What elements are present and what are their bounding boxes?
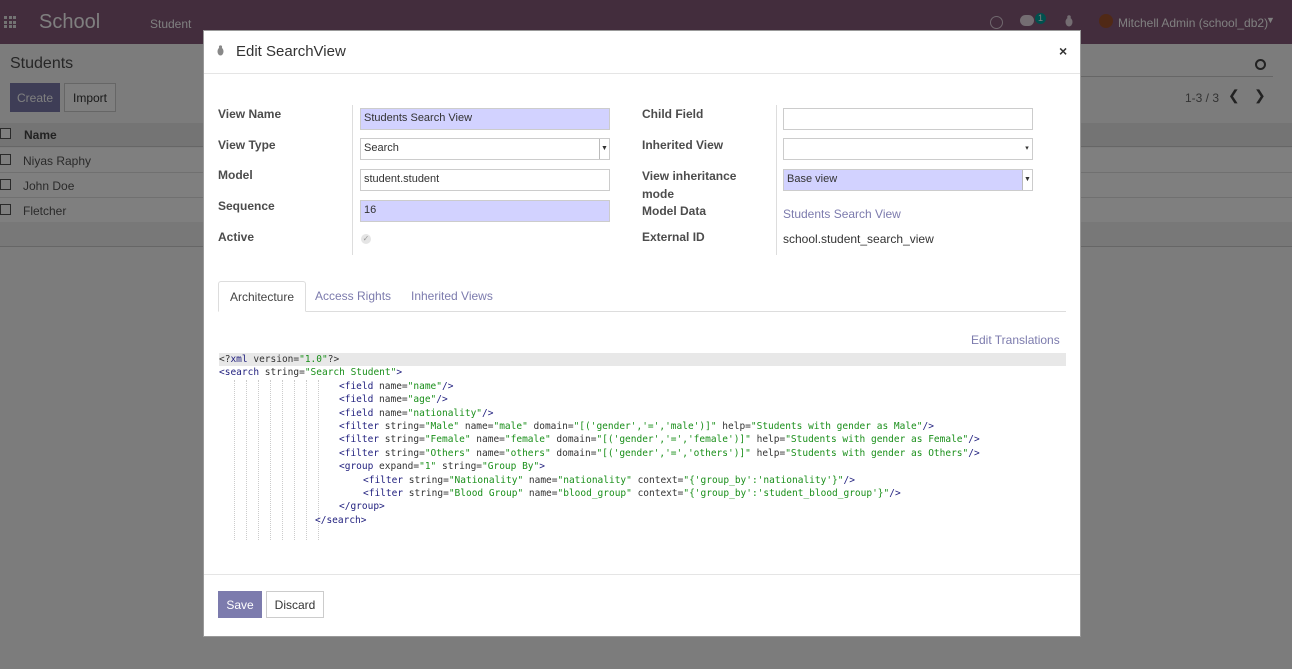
- code-line: <group expand="1" string="Group By">: [339, 461, 545, 473]
- tab-inherited-views[interactable]: Inherited Views: [400, 281, 504, 312]
- label-model: Model: [218, 168, 253, 182]
- code-line: <filter string="Blood Group" name="blood…: [363, 487, 901, 499]
- chevron-down-icon[interactable]: ▼: [599, 139, 609, 159]
- label-inherited-view: Inherited View: [642, 138, 724, 152]
- tab-access-rights[interactable]: Access Rights: [304, 281, 402, 312]
- code-line: <filter string="Others" name="others" do…: [339, 447, 980, 459]
- code-line: <field name="nationality"/>: [339, 407, 494, 419]
- active-checkbox[interactable]: ✓: [361, 234, 371, 244]
- sequence-field[interactable]: 16: [360, 200, 610, 222]
- code-line: <search string="Search Student">: [219, 367, 403, 379]
- code-line: <?xml version="1.0"?>: [219, 353, 1066, 367]
- inheritance-mode-value: Base view: [787, 173, 838, 185]
- inherited-view-select[interactable]: ▾: [783, 138, 1033, 160]
- edit-searchview-dialog: Edit SearchView × View Name View Type Mo…: [203, 30, 1081, 637]
- external-id-value: school.student_search_view: [783, 232, 934, 246]
- view-name-field[interactable]: Students Search View: [360, 108, 610, 130]
- label-child-field: Child Field: [642, 107, 704, 121]
- modal-title: Edit SearchView: [236, 43, 346, 60]
- save-button[interactable]: Save: [218, 591, 262, 618]
- code-line: <field name="name"/>: [339, 380, 454, 392]
- divider: [352, 105, 353, 255]
- code-line: <filter string="Male" name="male" domain…: [339, 420, 934, 432]
- close-icon[interactable]: ×: [1059, 43, 1067, 59]
- view-type-select[interactable]: Search ▼: [360, 138, 610, 160]
- label-view-name: View Name: [218, 107, 282, 121]
- label-external-id: External ID: [642, 230, 705, 244]
- label-active: Active: [218, 230, 255, 244]
- notebook-tabs: Architecture Access Rights Inherited Vie…: [218, 281, 1066, 312]
- code-line: <filter string="Nationality" name="natio…: [363, 474, 855, 486]
- chevron-down-icon[interactable]: ▾: [1022, 139, 1032, 159]
- edit-translations-link[interactable]: Edit Translations: [971, 333, 1060, 347]
- view-type-value: Search: [364, 142, 399, 154]
- label-sequence: Sequence: [218, 199, 275, 213]
- child-field-input[interactable]: [783, 108, 1033, 130]
- label-model-data: Model Data: [642, 204, 707, 218]
- tab-architecture[interactable]: Architecture: [218, 281, 307, 312]
- xml-architecture-editor[interactable]: <?xml version="1.0"?> <search string="Se…: [219, 353, 1066, 543]
- code-line: <field name="age"/>: [339, 394, 448, 406]
- label-view-type: View Type: [218, 138, 276, 152]
- code-line: </search>: [315, 514, 367, 526]
- code-line: </group>: [339, 501, 385, 513]
- divider: [776, 105, 777, 255]
- model-data-link[interactable]: Students Search View: [783, 207, 901, 221]
- label-inheritance-mode: View inheritance: [642, 169, 737, 183]
- chevron-down-icon[interactable]: ▼: [1022, 170, 1032, 190]
- code-line: <filter string="Female" name="female" do…: [339, 434, 980, 446]
- modal-footer: Save Discard: [204, 574, 1080, 636]
- bug-icon: [217, 45, 224, 56]
- discard-button[interactable]: Discard: [266, 591, 324, 618]
- label-inheritance-mode-2: mode: [642, 187, 675, 201]
- model-field[interactable]: student.student: [360, 169, 610, 191]
- inheritance-mode-select[interactable]: Base view ▼: [783, 169, 1033, 191]
- modal-header: Edit SearchView ×: [204, 31, 1080, 74]
